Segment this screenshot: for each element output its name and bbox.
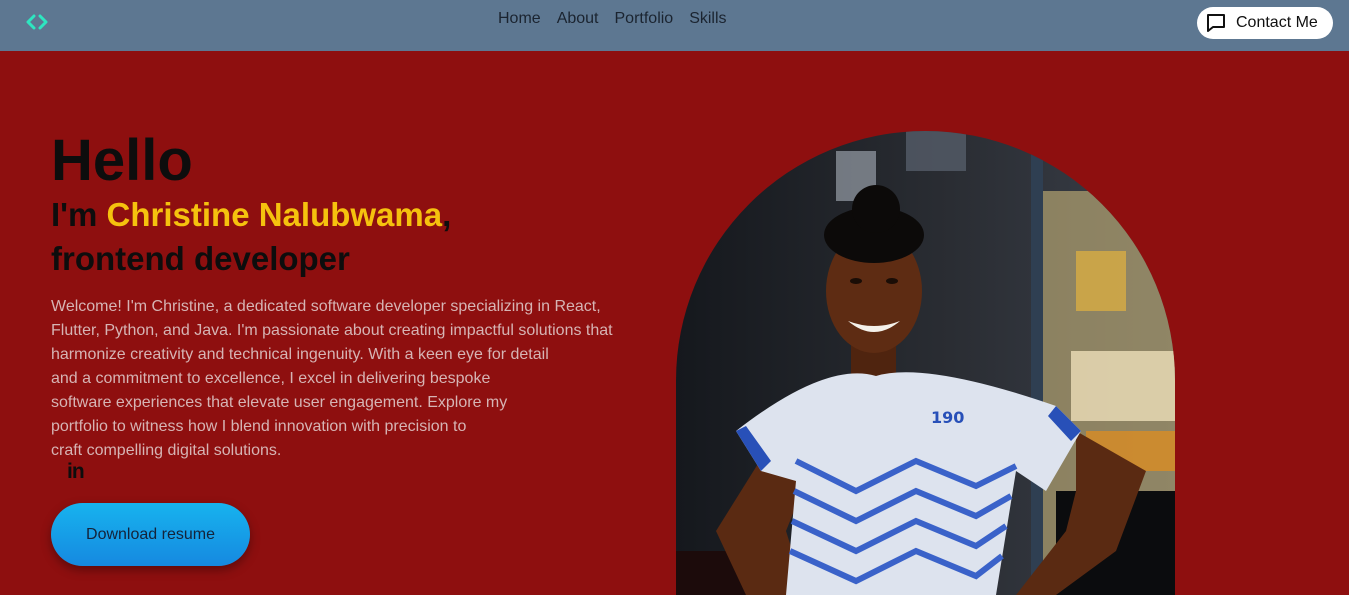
intro-heading: I'm Christine Nalubwama, frontend develo… bbox=[51, 193, 661, 281]
nav-link-skills[interactable]: Skills bbox=[689, 10, 726, 28]
download-resume-button[interactable]: Download resume bbox=[51, 503, 250, 566]
code-brackets-icon[interactable] bbox=[26, 14, 48, 30]
bio-line: software experiences that elevate user e… bbox=[51, 394, 508, 411]
intro-suffix: , bbox=[442, 196, 452, 233]
bio-line: Flutter, Python, and Java. I'm passionat… bbox=[51, 322, 613, 339]
bio-line: Welcome! I'm Christine, a dedicated soft… bbox=[51, 298, 601, 315]
bio-line: craft compelling digital solutions. bbox=[51, 442, 282, 459]
bio-paragraph: Welcome! I'm Christine, a dedicated soft… bbox=[51, 295, 661, 463]
contact-me-button[interactable]: Contact Me bbox=[1197, 7, 1333, 39]
profile-photo: 190 bbox=[676, 131, 1175, 595]
bio-line: and a commitment to excellence, I excel … bbox=[51, 370, 491, 387]
svg-text:190: 190 bbox=[931, 408, 964, 427]
profile-photo-illustration: 190 bbox=[676, 131, 1175, 595]
hero-intro: Hello I'm Christine Nalubwama, frontend … bbox=[51, 131, 661, 463]
navbar: Home About Portfolio Skills Contact Me bbox=[0, 0, 1349, 51]
chat-bubble-icon bbox=[1207, 14, 1225, 32]
intro-prefix: I'm bbox=[51, 196, 107, 233]
bio-line: portfolio to witness how I blend innovat… bbox=[51, 418, 467, 435]
greeting-heading: Hello bbox=[51, 128, 193, 193]
nav-link-home[interactable]: Home bbox=[498, 10, 541, 28]
bio-line: harmonize creativity and technical ingen… bbox=[51, 346, 549, 363]
developer-name: Christine Nalubwama bbox=[106, 196, 443, 233]
contact-me-label: Contact Me bbox=[1236, 14, 1318, 31]
nav-link-portfolio[interactable]: Portfolio bbox=[615, 10, 674, 28]
linkedin-icon[interactable]: in bbox=[67, 460, 85, 484]
nav-menu: Home About Portfolio Skills bbox=[498, 10, 727, 28]
role-text: frontend developer bbox=[51, 240, 350, 277]
nav-link-about[interactable]: About bbox=[557, 10, 599, 28]
